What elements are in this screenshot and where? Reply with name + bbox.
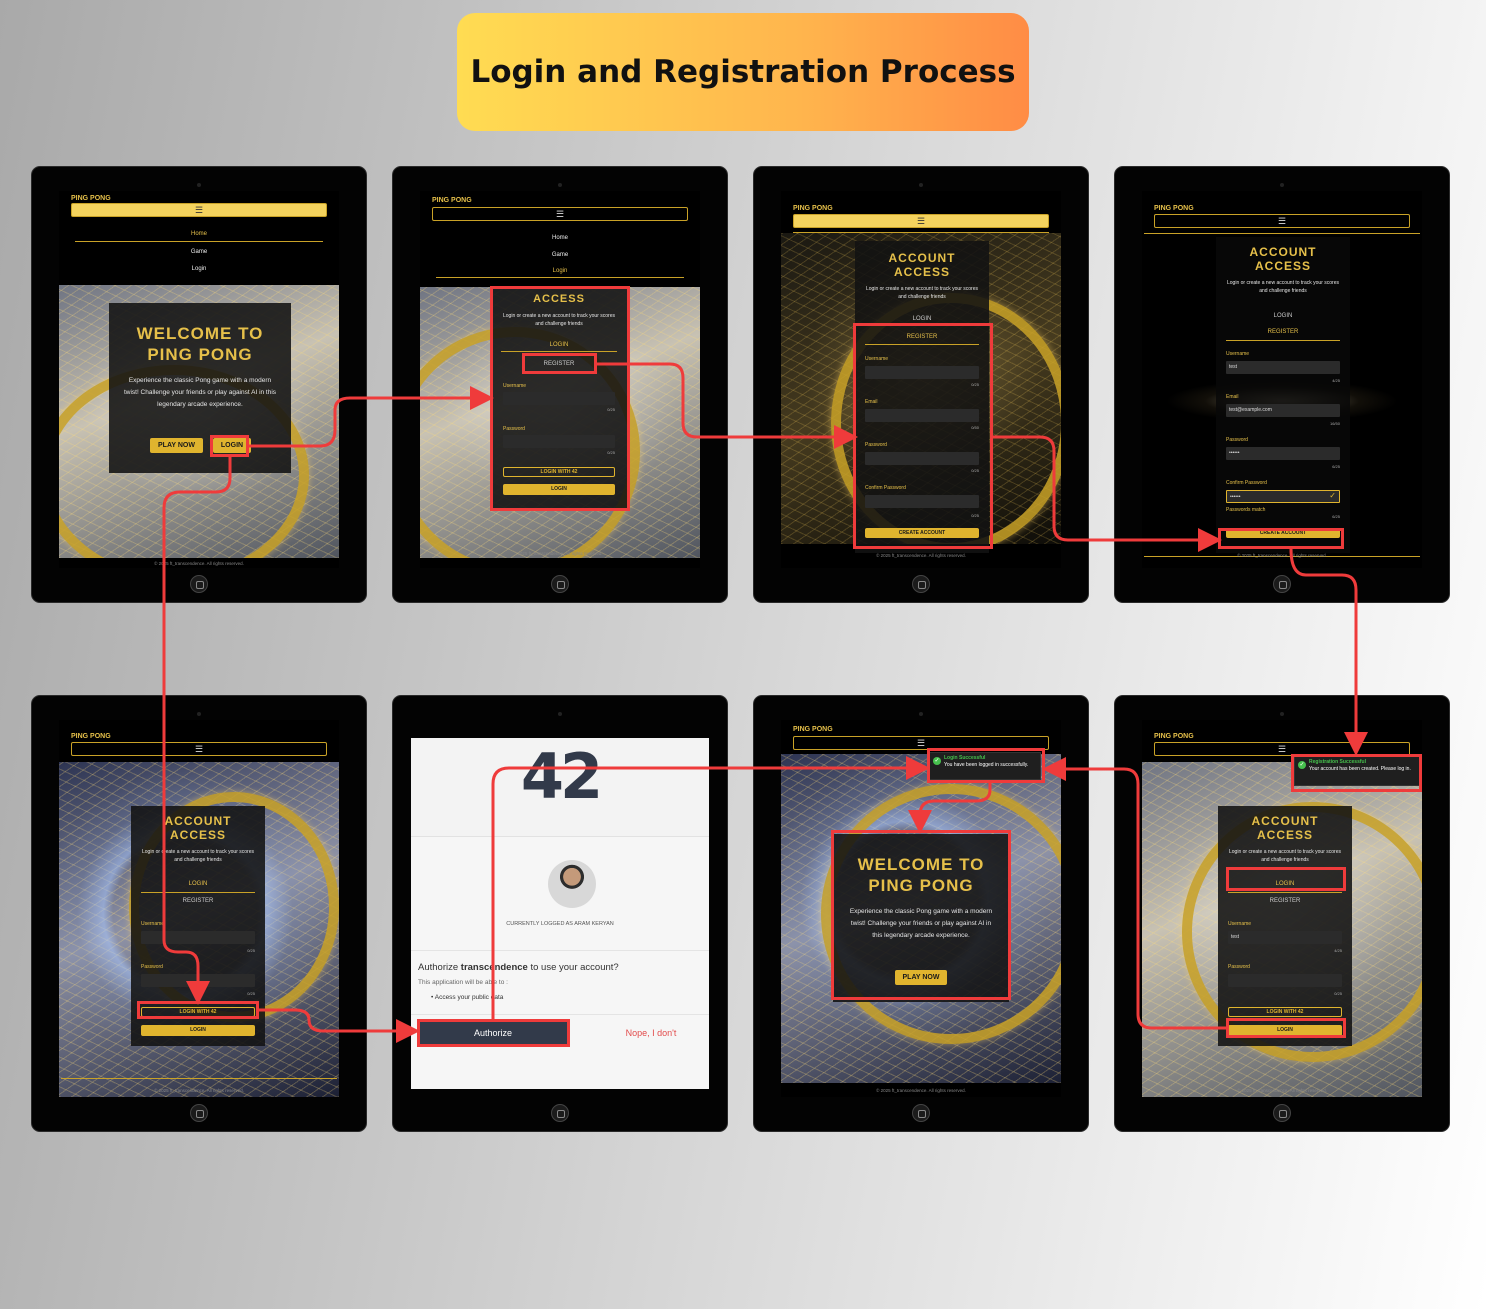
arrow-login42-to-authorize	[257, 1008, 420, 1043]
arrow-create-to-registration-toast	[1289, 547, 1368, 756]
arrow-form-to-create	[991, 435, 1222, 552]
arrow-login-to-login-toast	[1042, 757, 1228, 1030]
flow-arrows	[162, 362, 1368, 1043]
arrow-login-to-access	[247, 386, 494, 448]
arrow-authorize-to-login-toast	[491, 756, 930, 1021]
arrow-login-to-login42	[162, 455, 232, 1005]
arrow-toast-to-hero	[908, 781, 992, 834]
arrow-register-to-form	[595, 362, 858, 449]
